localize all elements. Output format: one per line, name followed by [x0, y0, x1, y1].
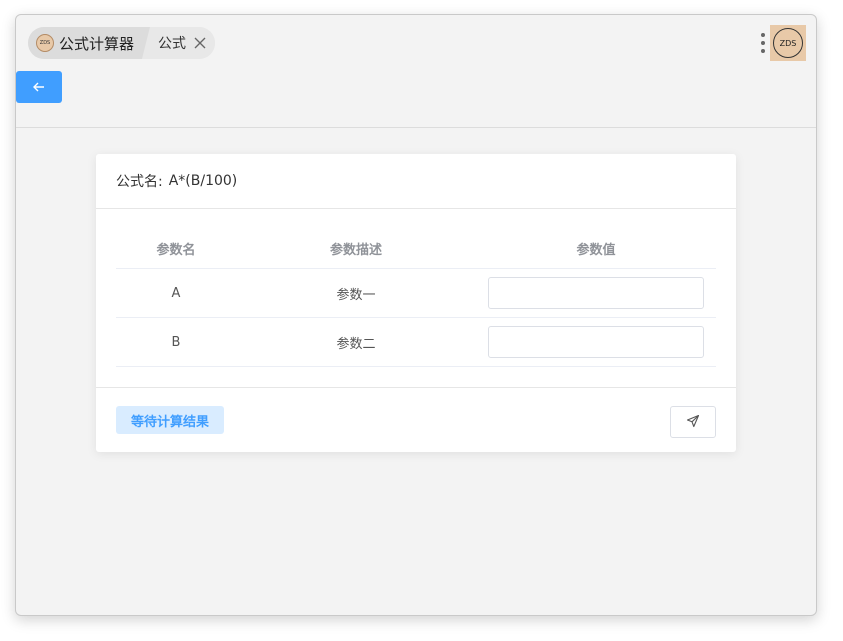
table-row: B 参数二 — [116, 318, 716, 367]
tab-bar: ZDS 公式计算器 公式 — [28, 27, 216, 59]
param-description: 参数二 — [336, 336, 376, 352]
tab-formula-label: 公式 — [158, 36, 187, 52]
calculate-button[interactable] — [670, 406, 716, 438]
header-param-description: 参数描述 — [329, 242, 382, 258]
tab-app-label: 公式计算器 — [59, 34, 135, 53]
app-window: ZDS 公式计算器 公式 ZDS 公式名: A*(B/100) 参数名 参数描述… — [15, 14, 817, 616]
more-vertical-icon[interactable] — [760, 31, 766, 55]
header-param-value: 参数值 — [576, 242, 616, 258]
param-name: A — [171, 285, 181, 301]
formula-name-value: A*(B/100) — [168, 173, 238, 189]
tab-formula[interactable]: 公式 — [142, 27, 216, 59]
header-param-name: 参数名 — [156, 242, 196, 258]
result-status-badge: 等待计算结果 — [116, 406, 225, 434]
header-divider — [16, 127, 816, 128]
tab-app[interactable]: ZDS 公式计算器 — [28, 27, 151, 59]
param-value-input-b[interactable] — [488, 326, 704, 358]
param-name: B — [171, 334, 181, 350]
arrow-left-icon — [32, 78, 46, 97]
card-header: 公式名: A*(B/100) — [96, 154, 736, 209]
back-button[interactable] — [16, 71, 62, 103]
params-table: 参数名 参数描述 参数值 A 参数一 B 参数二 — [116, 228, 716, 367]
close-icon[interactable] — [194, 37, 206, 49]
formula-card: 公式名: A*(B/100) 参数名 参数描述 参数值 A 参数一 B 参数二 — [96, 154, 736, 452]
param-description: 参数一 — [336, 287, 376, 303]
app-logo-icon: ZDS — [36, 34, 54, 52]
table-row: A 参数一 — [116, 269, 716, 318]
avatar-logo: ZDS — [773, 28, 803, 58]
avatar[interactable]: ZDS — [770, 25, 806, 61]
send-icon — [686, 413, 700, 432]
formula-name-label: 公式名: — [116, 174, 163, 190]
footer-divider — [96, 387, 736, 388]
table-header: 参数名 参数描述 参数值 — [116, 228, 716, 269]
param-value-input-a[interactable] — [488, 277, 704, 309]
